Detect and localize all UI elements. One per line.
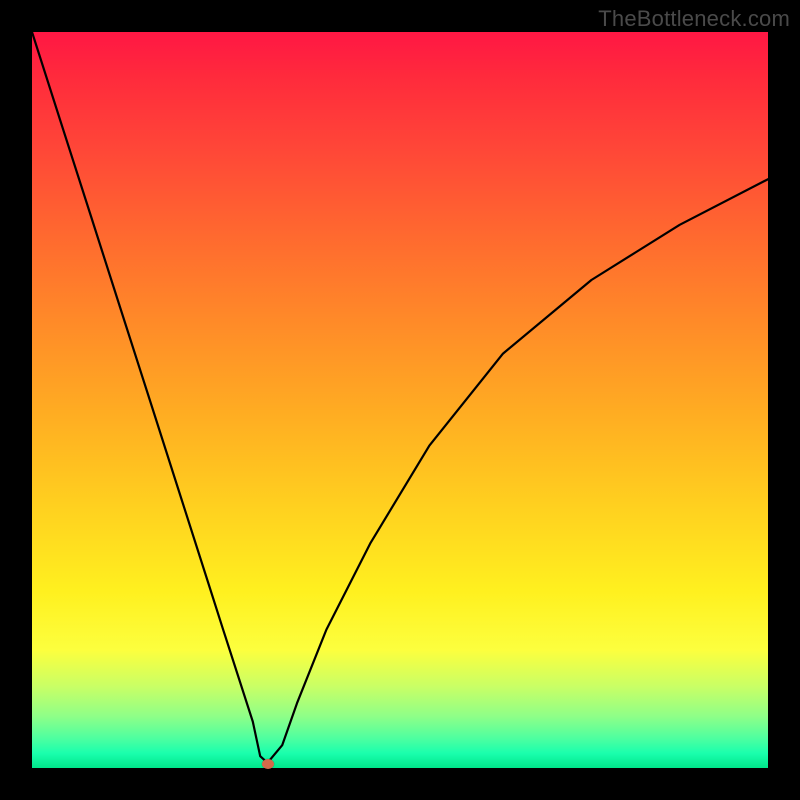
plot-area: [32, 32, 768, 768]
optimal-point-marker: [262, 759, 274, 769]
bottleneck-curve: [32, 32, 768, 768]
watermark-text: TheBottleneck.com: [598, 6, 790, 32]
chart-frame: TheBottleneck.com: [0, 0, 800, 800]
